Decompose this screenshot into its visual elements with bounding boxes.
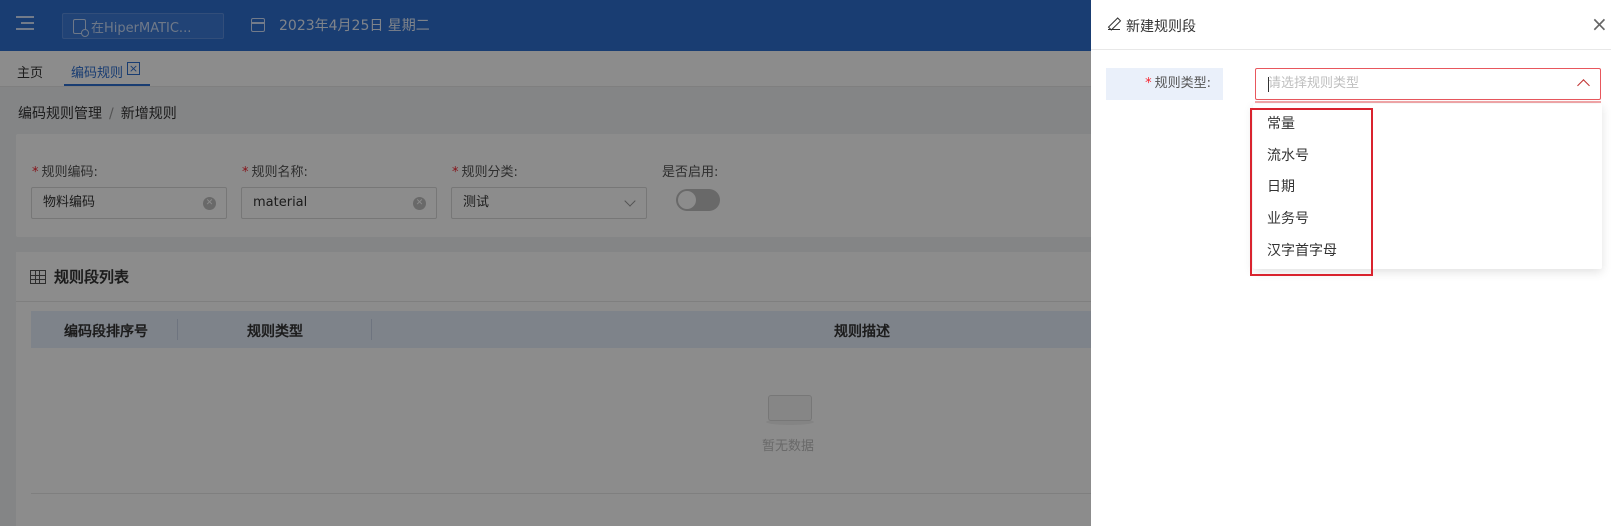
close-icon[interactable]: ×	[1591, 14, 1608, 34]
edit-icon	[1108, 18, 1120, 30]
chevron-up-icon	[1577, 79, 1590, 92]
drawer-title: 新建规则段	[1126, 19, 1196, 35]
drawer-header: 新建规则段 ×	[1091, 0, 1611, 50]
text-cursor	[1268, 77, 1269, 92]
required-mark: *	[1145, 76, 1152, 91]
modal-mask[interactable]	[0, 0, 1091, 526]
rule-type-label: * 规则类型:	[1106, 68, 1223, 100]
select-validation-bar	[1255, 101, 1601, 103]
rule-type-label-text: 规则类型:	[1154, 76, 1211, 91]
options-highlight-box	[1250, 108, 1373, 276]
rule-type-select[interactable]: 请选择规则类型	[1255, 68, 1601, 100]
rule-type-placeholder: 请选择规则类型	[1268, 76, 1360, 91]
